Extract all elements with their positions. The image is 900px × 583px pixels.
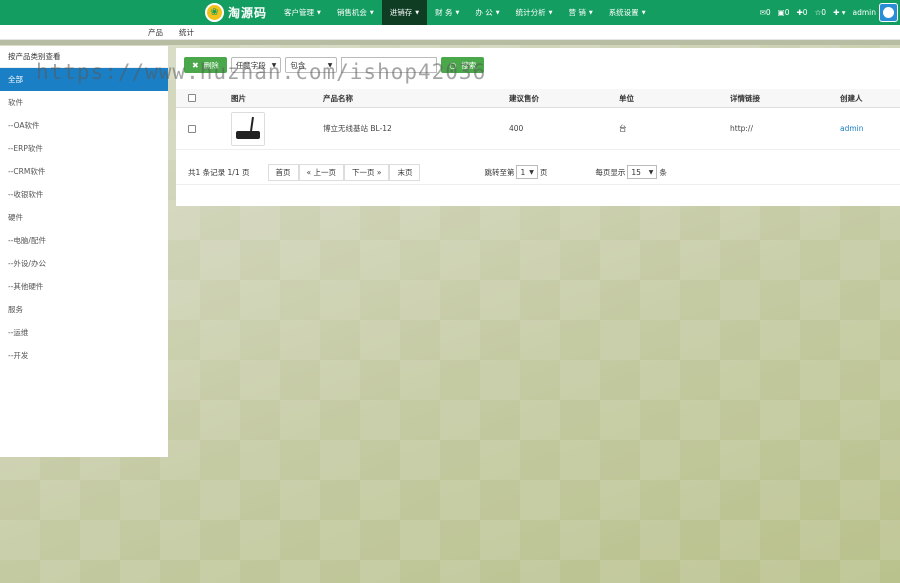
nav-item-label: 统计分析 [515,8,546,17]
caret-down-icon: ▼ [495,9,500,16]
row-checkbox[interactable] [188,124,196,133]
size-prefix: 每页显示 [595,167,626,177]
nav-item-office[interactable]: 办 公 ▼ [467,0,507,25]
sidebar-item-computers[interactable]: --电脑/配件 [0,229,168,252]
nav-item-label: 财 务 [435,8,453,17]
caret-down-icon: ▼ [369,9,374,16]
sidebar-item-oa[interactable]: --OA软件 [0,114,168,137]
page-jump: 跳转至第 1 ▼ 页 [484,165,547,179]
nav-item-label: 客户管理 [284,8,314,17]
header-image[interactable]: 图片 [231,93,323,104]
nav-right-tools: ✉0 ▣0 ✚0 ☆0 ✚ ▾ admin [753,0,876,25]
sidebar-item-other-hardware[interactable]: --其他硬件 [0,275,168,298]
jump-prefix: 跳转至第 [484,167,515,177]
nav-item-label: 进销存 [389,8,413,17]
sidebar-item-services[interactable]: 服务 [0,298,168,321]
sidebar-item-crm[interactable]: --CRM软件 [0,160,168,183]
header-name[interactable]: 产品名称 [323,93,509,104]
brand[interactable]: ❀ 淘源码 [205,2,267,23]
sidebar-item-dev[interactable]: --开发 [0,344,168,367]
header-price[interactable]: 建议售价 [509,93,619,104]
nav-item-finance[interactable]: 财 务 ▼ [427,0,467,25]
nav-item-label: 办 公 [475,8,493,17]
sidebar-item-ops[interactable]: --运维 [0,321,168,344]
category-sidebar: 按产品类别查看 全部 软件 --OA软件 --ERP软件 --CRM软件 --收… [0,46,168,457]
page-jump-select[interactable]: 1 ▼ [516,165,538,179]
avatar-icon [883,7,894,18]
subnav-item-products[interactable]: 产品 [148,27,163,38]
mail-counter[interactable]: ✉0 [760,8,771,17]
sidebar-item-peripherals[interactable]: --外设/办公 [0,252,168,275]
product-unit: 台 [619,124,627,133]
user-name[interactable]: admin [853,8,877,17]
watermark-text: https://www.huzhan.com/ishop42036 [36,60,487,84]
nav-item-label: 系统设置 [608,8,639,17]
sidebar-item-pos[interactable]: --收银软件 [0,183,168,206]
table-row[interactable]: 博立无线基站 BL-12 400 台 http:// admin [176,108,900,150]
user-avatar[interactable] [879,3,898,22]
product-link[interactable]: http:// [730,124,840,133]
page-size-value: 15 [631,167,641,177]
nav-item-marketing[interactable]: 营 销 ▼ [560,0,600,25]
sidebar-item-software[interactable]: 软件 [0,91,168,114]
product-name[interactable]: 博立无线基站 BL-12 [323,123,509,134]
sub-navbar: 产品 统计 [0,25,900,40]
caret-down-icon: ▼ [317,9,321,16]
nav-item-customers[interactable]: 客户管理 ▼ [276,0,329,25]
caret-down-icon: ▼ [548,9,553,16]
router-antenna [250,116,254,131]
jump-suffix: 页 [539,167,548,177]
nav-item-inventory[interactable]: 进销存 ▼ [381,0,428,25]
product-thumbnail[interactable] [231,111,265,146]
header-link[interactable]: 详情链接 [730,93,840,104]
select-all-checkbox[interactable] [188,94,196,102]
sidebar-item-hardware[interactable]: 硬件 [0,206,168,229]
pager-summary: 共1 条记录 1/1 页 [188,167,250,177]
brand-name: 淘源码 [228,6,268,20]
nav-item-label: 销售机会 [336,8,367,17]
chevron-down-icon: ▼ [648,168,654,176]
header-creator[interactable]: 创建人 [840,93,900,104]
page-size: 每页显示 15 ▼ 条 [595,165,667,179]
image-cell [231,111,323,146]
product-creator[interactable]: admin [840,124,900,133]
last-page-button[interactable]: 末页 [389,163,421,181]
alert-counter[interactable]: ✚0 [797,8,808,17]
sidebar-item-erp[interactable]: --ERP软件 [0,137,168,160]
select-all-cell [176,94,231,102]
first-page-button[interactable]: 首页 [267,163,299,181]
router-image-icon [236,116,260,139]
caret-down-icon: ▼ [588,9,593,16]
top-navbar: ❀ 淘源码 客户管理 ▼ 销售机会 ▼ 进销存 ▼ 财 务 ▼ 办 公 ▼ 统计分析 ▼ 营… [0,0,900,25]
pager-divider [176,184,900,185]
table-header: 图片 产品名称 建议售价 单位 详情链接 创建人 [176,89,900,108]
pagination: 共1 条记录 1/1 页 首页 « 上一页 下一页 » 末页 跳转至第 1 ▼ … [188,163,888,181]
caret-down-icon: ▼ [641,9,646,16]
nav-item-settings[interactable]: 系统设置 ▼ [601,0,654,25]
caret-down-icon: ▼ [415,9,420,16]
next-page-button[interactable]: 下一页 » [343,163,390,181]
task-counter[interactable]: ▣0 [778,8,790,17]
nav-item-opportunities[interactable]: 销售机会 ▼ [329,0,382,25]
chevron-down-icon: ▼ [529,168,534,176]
header-divider-strip [0,40,900,45]
page-size-select[interactable]: 15 ▼ [627,165,658,179]
add-menu[interactable]: ✚ ▾ [833,8,845,17]
main-menu: 客户管理 ▼ 销售机会 ▼ 进销存 ▼ 财 务 ▼ 办 公 ▼ 统计分析 ▼ 营 销 ▼ 系统… [276,0,654,25]
subnav-item-stats[interactable]: 统计 [179,27,194,38]
star-counter[interactable]: ☆0 [815,8,827,17]
prev-page-button[interactable]: « 上一页 [298,163,344,181]
caret-down-icon: ▼ [455,9,460,16]
row-select-cell [176,124,231,133]
nav-item-label: 营 销 [568,8,586,17]
brand-logo-icon: ❀ [205,3,224,22]
pager-buttons: 首页 « 上一页 下一页 » 末页 [267,163,421,181]
product-price: 400 [509,124,524,133]
size-suffix: 条 [659,167,667,177]
product-table: 图片 产品名称 建议售价 单位 详情链接 创建人 博立无线基站 BL-12 40… [176,89,900,150]
page-jump-value: 1 [520,167,526,177]
header-unit[interactable]: 单位 [619,93,730,104]
nav-item-analytics[interactable]: 统计分析 ▼ [508,0,561,25]
